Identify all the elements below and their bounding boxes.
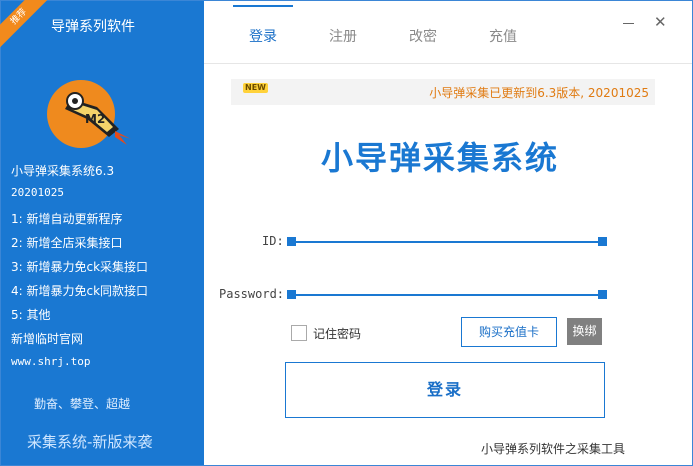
password-underline (287, 290, 607, 299)
new-badge: NEW (243, 83, 268, 93)
info-line-3: 3: 新增暴力免ck采集接口 (11, 260, 149, 274)
login-window: 推荐 导弹系列软件 M2 小导弹采集系统6.3 20201025 1: 新增自动… (0, 0, 693, 466)
update-notice: NEW 小导弹采集已更新到6.3版本, 20201025 (231, 79, 655, 105)
website-link[interactable]: www.shrj.top (11, 355, 90, 368)
tab-login[interactable]: 登录 (249, 26, 277, 46)
left-info-panel: 推荐 导弹系列软件 M2 小导弹采集系统6.3 20201025 1: 新增自动… (0, 0, 204, 465)
login-button[interactable]: 登录 (285, 362, 605, 418)
slogan: 勤奋、攀登、超越 (34, 397, 131, 411)
id-underline (287, 237, 607, 246)
footer-text: 小导弹系列软件之采集工具 (481, 442, 626, 456)
info-line-1: 1: 新增自动更新程序 (11, 212, 123, 226)
rocket-logo-icon: M2 (47, 80, 131, 148)
info-line-date: 20201025 (11, 186, 64, 199)
info-line-version: 小导弹采集系统6.3 (11, 164, 115, 178)
remember-password-label[interactable]: 记住密码 (313, 325, 361, 342)
remember-password-checkbox[interactable] (291, 325, 307, 341)
header-divider (204, 63, 692, 64)
logo-text: M2 (85, 112, 105, 126)
recommend-ribbon: 推荐 (0, 0, 53, 51)
minimize-icon[interactable] (621, 13, 637, 29)
bottom-slogan: 采集系统-新版来袭 (27, 433, 153, 451)
id-field[interactable] (297, 223, 601, 243)
app-title: 导弹系列软件 (51, 19, 135, 35)
info-line-website-note: 新增临时官网 (11, 332, 84, 346)
password-field[interactable] (297, 276, 601, 296)
buy-recharge-card-button[interactable]: 购买充值卡 (461, 317, 557, 347)
password-label: Password: (219, 287, 285, 301)
swap-binding-button[interactable]: 换绑 (567, 318, 602, 345)
tab-change-password[interactable]: 改密 (409, 26, 437, 46)
tab-register[interactable]: 注册 (329, 26, 357, 46)
active-tab-indicator (233, 5, 293, 7)
notice-text: 小导弹采集已更新到6.3版本, 20201025 (429, 86, 649, 100)
id-label: ID: (262, 234, 284, 248)
info-line-2: 2: 新增全店采集接口 (11, 236, 123, 250)
info-line-5: 5: 其他 (11, 308, 51, 322)
close-icon[interactable]: ✕ (654, 14, 667, 30)
tab-recharge[interactable]: 充值 (489, 26, 517, 46)
main-title: 小导弹采集系统 (321, 139, 560, 177)
info-line-4: 4: 新增暴力免ck同款接口 (11, 284, 149, 298)
